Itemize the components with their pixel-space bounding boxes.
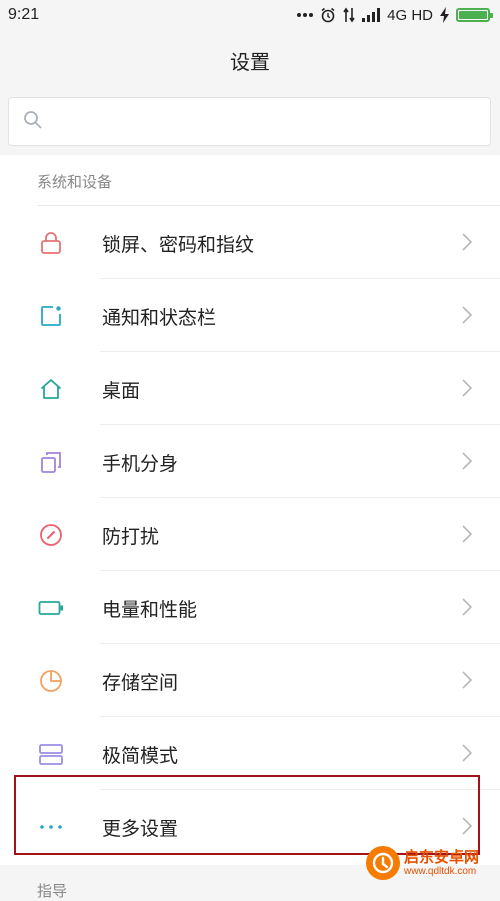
chevron-right-icon [462, 598, 473, 620]
settings-item-label: 电量和性能 [102, 599, 198, 621]
watermark-title: 启东安卓网 [404, 848, 480, 867]
section-header: 系统和设备 [37, 173, 113, 191]
settings-item-label: 防打扰 [102, 526, 160, 548]
settings-item-label: 通知和状态栏 [102, 307, 217, 329]
do-not-disturb-icon [38, 522, 64, 548]
section-header-next: 指导 [37, 882, 68, 900]
search-bar[interactable] [8, 97, 491, 146]
chevron-right-icon [462, 671, 473, 693]
settings-item-desktop[interactable]: 桌面 [0, 352, 500, 425]
alarm-clock-icon [320, 7, 336, 23]
settings-item-label: 桌面 [102, 380, 141, 402]
watermark-logo-icon [366, 846, 400, 880]
settings-item-label: 极简模式 [102, 745, 179, 767]
storage-icon [38, 668, 64, 694]
settings-item-storage[interactable]: 存储空间 [0, 644, 500, 717]
simple-mode-icon [38, 741, 64, 767]
chevron-right-icon [462, 525, 473, 547]
more-settings-icon [38, 814, 64, 840]
settings-item-battery-performance[interactable]: 电量和性能 [0, 571, 500, 644]
battery-performance-icon [38, 595, 64, 621]
notification-icon [38, 303, 64, 329]
settings-item-label: 更多设置 [102, 818, 179, 840]
status-icons: 4G HD [297, 6, 493, 24]
battery-icon [456, 8, 493, 22]
chevron-right-icon [462, 379, 473, 401]
more-dots-icon [297, 12, 314, 18]
settings-list: 系统和设备 锁屏、密码和指纹 通知和状态栏 桌面 手机分身 防打扰 电量和性能 … [0, 155, 500, 865]
chevron-right-icon [462, 817, 473, 839]
settings-item-lock-screen[interactable]: 锁屏、密码和指纹 [0, 206, 500, 279]
watermark: 启东安卓网 www.qdltdk.com [366, 841, 496, 885]
data-transfer-icon [343, 7, 355, 23]
chevron-right-icon [462, 744, 473, 766]
lock-icon [38, 230, 64, 256]
settings-item-do-not-disturb[interactable]: 防打扰 [0, 498, 500, 571]
settings-item-label: 锁屏、密码和指纹 [102, 234, 255, 256]
home-icon [38, 376, 64, 402]
search-input[interactable] [53, 111, 490, 132]
settings-item-simple-mode[interactable]: 极简模式 [0, 717, 500, 790]
chevron-right-icon [462, 452, 473, 474]
signal-icon [362, 8, 381, 22]
second-space-icon [38, 449, 64, 475]
settings-item-notifications[interactable]: 通知和状态栏 [0, 279, 500, 352]
network-type: 4G HD [387, 6, 433, 24]
status-time: 9:21 [8, 6, 40, 23]
chevron-right-icon [462, 306, 473, 328]
settings-item-label: 存储空间 [102, 672, 179, 694]
charging-icon [440, 7, 449, 23]
page-title: 设置 [230, 49, 270, 74]
settings-item-label: 手机分身 [102, 453, 179, 475]
status-bar: 9:21 4G HD [0, 0, 500, 30]
chevron-right-icon [462, 233, 473, 255]
watermark-url: www.qdltdk.com [404, 865, 477, 877]
search-icon [23, 110, 43, 134]
settings-item-second-space[interactable]: 手机分身 [0, 425, 500, 498]
